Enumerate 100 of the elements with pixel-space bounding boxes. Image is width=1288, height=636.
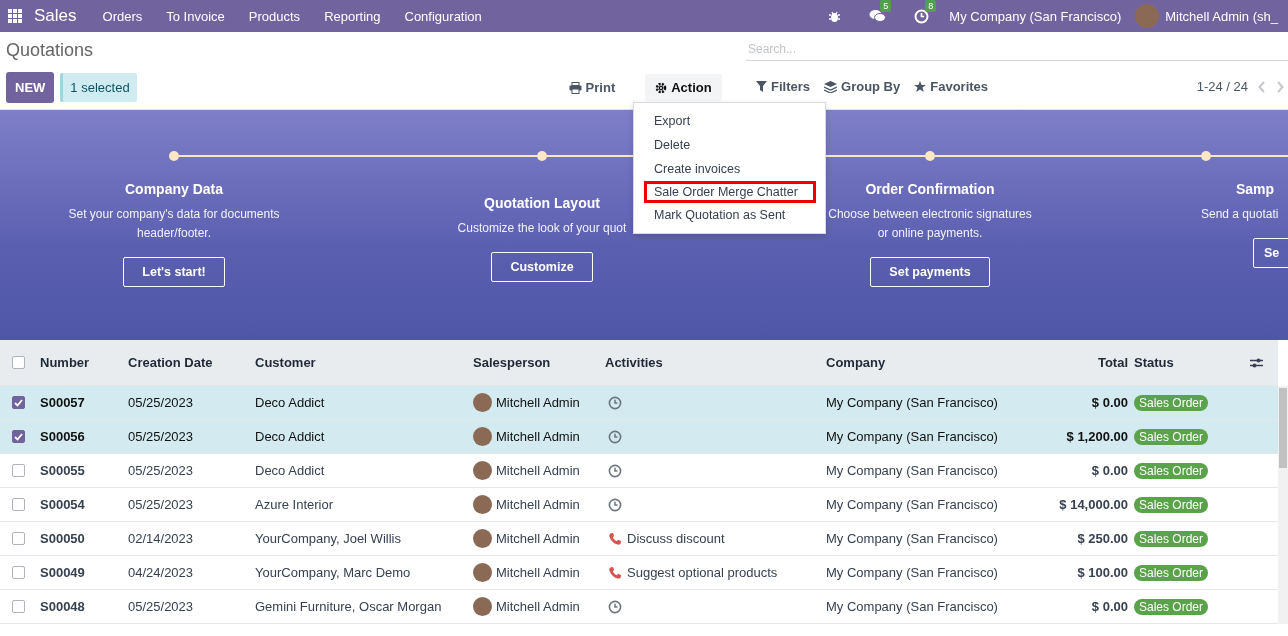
table-row[interactable]: S00054 05/25/2023 Azure Interior Mitchell Admin My Company (San Francisco) $ 14,000.00 Sales Order xyxy=(0,488,1278,522)
pager-value[interactable]: 1-24 / 24 xyxy=(1196,79,1248,94)
nav-menu-item[interactable]: To Invoice xyxy=(166,8,225,24)
menu-item[interactable]: Create invoices xyxy=(634,157,825,181)
table-cell-text: S00050 xyxy=(40,531,86,546)
column-header[interactable]: Status xyxy=(1134,355,1250,370)
table-row[interactable]: S00057 05/25/2023 Deco Addict Mitchell Admin My Company (San Francisco) $ 0.00 Sales Order xyxy=(0,386,1278,420)
activity-summary: Suggest optional products xyxy=(627,565,778,580)
phone-icon[interactable] xyxy=(608,531,622,546)
menu-item[interactable]: Export xyxy=(634,109,825,133)
select-all-checkbox[interactable] xyxy=(12,356,25,369)
table-cell: Mitchell Admin xyxy=(496,463,580,478)
table-cell-text: My Company (San Francisco) xyxy=(826,429,999,444)
step-title: Quotation Layout xyxy=(484,195,600,211)
clock-icon[interactable] xyxy=(608,599,622,614)
clock-icon[interactable] xyxy=(608,429,622,444)
table-cell-text: My Company (San Francisco) xyxy=(826,599,999,614)
column-header[interactable]: Creation Date xyxy=(128,355,255,370)
table-row[interactable]: S00055 05/25/2023 Deco Addict Mitchell Admin My Company (San Francisco) $ 0.00 Sales Order xyxy=(0,454,1278,488)
scrollbar[interactable] xyxy=(1278,386,1288,624)
status-badge: Sales Order xyxy=(1134,496,1209,513)
table-cell-text: $ 250.00 xyxy=(1076,531,1128,546)
app-name[interactable]: Sales xyxy=(34,6,77,26)
status-badge: Sales Order xyxy=(1134,598,1209,615)
clock-icon[interactable] xyxy=(608,497,622,512)
table-cell-text: My Company (San Francisco) xyxy=(826,565,999,580)
bug-icon[interactable] xyxy=(828,9,842,23)
step-title: Company Data xyxy=(125,181,223,197)
step-button[interactable]: Set payments xyxy=(870,257,990,287)
new-button[interactable]: NEW xyxy=(6,72,55,103)
row-checkbox[interactable] xyxy=(12,498,25,511)
table-row[interactable]: S00048 05/25/2023 Gemini Furniture, Oscar Morgan Mitchell Admin My Company (San Francisco) $ 0.00 Sales Order xyxy=(0,590,1278,624)
table-cell-text: YourCompany, Joel Willis xyxy=(255,531,402,546)
print-button[interactable]: Print xyxy=(564,74,620,101)
avatar xyxy=(473,393,492,412)
step-title: Samp xyxy=(1236,181,1275,197)
column-header[interactable]: Company xyxy=(826,355,1026,370)
menu-item[interactable]: Delete xyxy=(634,133,825,157)
table-cell-text: Deco Addict xyxy=(255,395,326,410)
row-checkbox[interactable] xyxy=(12,532,25,545)
nav-menu-item[interactable]: Configuration xyxy=(404,8,482,24)
menu-item[interactable]: Sale Order Merge Chatter xyxy=(644,181,816,203)
filters-button[interactable]: Filters xyxy=(756,79,810,94)
star-icon xyxy=(914,80,927,93)
table-cell: Mitchell Admin xyxy=(496,395,580,410)
row-checkbox[interactable] xyxy=(12,430,25,443)
row-checkbox[interactable] xyxy=(12,396,25,409)
column-header[interactable]: Salesperson xyxy=(473,355,605,370)
clock-icon[interactable] xyxy=(608,395,622,410)
gear-icon xyxy=(655,81,668,94)
table-cell-text: YourCompany, Marc Demo xyxy=(255,565,412,580)
column-header[interactable]: Number xyxy=(40,355,128,370)
table-cell-text: My Company (San Francisco) xyxy=(826,463,999,478)
row-checkbox[interactable] xyxy=(12,464,25,477)
table-cell-text: 04/24/2023 xyxy=(128,565,195,580)
page-title: Quotations xyxy=(6,40,95,62)
activity-count-badge: 8 xyxy=(925,0,937,12)
nav-menu-item[interactable]: Reporting xyxy=(324,8,381,24)
table-cell-text: $ 100.00 xyxy=(1076,565,1128,580)
column-header[interactable]: Activities xyxy=(605,355,826,370)
row-checkbox[interactable] xyxy=(12,600,25,613)
chat-icon[interactable] xyxy=(869,9,887,23)
action-button[interactable]: Action xyxy=(645,74,722,101)
clock-icon[interactable] xyxy=(608,463,622,478)
table-row[interactable]: S00049 04/24/2023 YourCompany, Marc Demo Mitchell Admin Suggest optional products My Company (San Francisco) $ 100.00 Sales Order xyxy=(0,556,1278,590)
table-cell-text: $ 0.00 xyxy=(1090,395,1128,410)
step-button[interactable]: Let's start! xyxy=(123,257,225,287)
layers-icon xyxy=(824,80,837,93)
nav-menu-item[interactable]: Orders xyxy=(102,8,143,24)
apps-grid-icon[interactable] xyxy=(8,9,22,23)
table-row[interactable]: S00050 02/14/2023 YourCompany, Joel Willis Mitchell Admin Discuss discount My Company (San Francisco) $ 250.00 Sales Order xyxy=(0,522,1278,556)
phone-icon[interactable] xyxy=(608,565,622,580)
table-cell-text: S00048 xyxy=(40,599,86,614)
column-settings-icon[interactable] xyxy=(1250,356,1263,369)
step-button[interactable]: Customize xyxy=(491,252,593,282)
step-button[interactable]: Se xyxy=(1253,238,1288,268)
menu-item[interactable]: Mark Quotation as Sent xyxy=(634,203,825,227)
company-switcher[interactable]: My Company (San Francisco) xyxy=(949,8,1122,24)
status-badge: Sales Order xyxy=(1134,462,1209,479)
favorites-button[interactable]: Favorites xyxy=(914,79,989,94)
status-badge: Sales Order xyxy=(1134,428,1209,445)
avatar xyxy=(473,563,492,582)
column-header[interactable]: Total xyxy=(1026,355,1128,370)
status-badge: Sales Order xyxy=(1134,530,1209,547)
table-row[interactable]: S00056 05/25/2023 Deco Addict Mitchell Admin My Company (San Francisco) $ 1,200.00 Sales Order xyxy=(0,420,1278,454)
nav-menu-item[interactable]: Products xyxy=(248,8,301,24)
avatar xyxy=(473,529,492,548)
column-header[interactable]: Customer xyxy=(255,355,473,370)
table-cell-text: S00055 xyxy=(40,463,86,478)
table-cell-text: My Company (San Francisco) xyxy=(826,531,999,546)
user-menu[interactable]: Mitchell Admin (sh_ xyxy=(1165,8,1278,24)
row-checkbox[interactable] xyxy=(12,566,25,579)
table-cell-text: My Company (San Francisco) xyxy=(826,395,999,410)
filter-icon xyxy=(756,81,767,92)
step-description: Choose between electronic signatures or online payments. xyxy=(827,206,1033,242)
step-title: Order Confirmation xyxy=(865,181,995,197)
message-count-badge: 5 xyxy=(880,0,892,12)
step-description: Set your company's data for documents header/footer. xyxy=(67,206,281,242)
table-cell-text: $ 0.00 xyxy=(1090,463,1128,478)
group-by-button[interactable]: Group By xyxy=(824,79,901,94)
